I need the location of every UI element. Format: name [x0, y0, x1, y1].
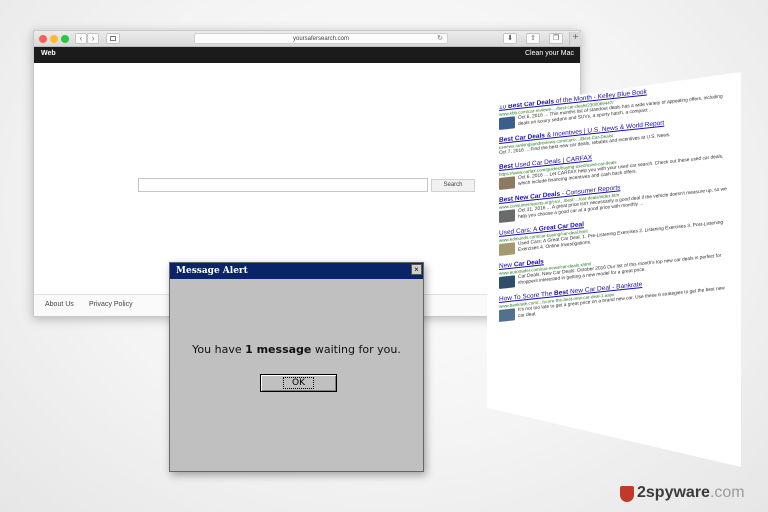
zoom-window-button[interactable] — [61, 35, 69, 43]
search-result-thumbnail — [499, 116, 515, 130]
share-icon[interactable]: ⇧ — [526, 33, 540, 44]
search-result-thumbnail — [499, 176, 515, 190]
tabs-overview-icon[interactable]: ❐ — [549, 33, 563, 44]
back-button[interactable]: ‹ — [75, 33, 87, 44]
site-header: Web Clean your Mac — [34, 47, 580, 63]
message-alert-dialog: Message Alert × You have 1 message waiti… — [169, 262, 424, 472]
message-count: 1 message — [245, 343, 312, 356]
shield-icon — [620, 486, 634, 502]
clean-your-mac-link[interactable]: Clean your Mac — [525, 50, 574, 57]
reload-icon[interactable]: ↻ — [437, 34, 443, 44]
search-result-thumbnail — [499, 275, 515, 289]
sidebar-toggle-icon[interactable] — [106, 33, 120, 44]
forward-button[interactable]: › — [87, 33, 99, 44]
dialog-message: You have 1 message waiting for you. — [192, 343, 401, 356]
browser-toolbar: ‹ › yoursafersearch.com ↻ ⬇ ⇧ ❐ + — [34, 31, 581, 47]
ok-button[interactable]: OK — [260, 374, 337, 392]
watermark-logo: 2spyware.com — [620, 484, 760, 506]
search-results-page: 10 Best Car Deals of the Month - Kelley … — [487, 72, 741, 467]
search-result-thumbnail — [499, 308, 515, 322]
address-bar[interactable]: yoursafersearch.com ↻ — [194, 33, 448, 44]
search-result-thumbnail — [499, 242, 515, 256]
search-button[interactable]: Search — [431, 179, 475, 192]
new-tab-button[interactable]: + — [569, 32, 581, 45]
watermark-text: 2spyware.com — [637, 484, 745, 501]
download-icon[interactable]: ⬇ — [503, 33, 517, 44]
about-us-link[interactable]: About Us — [45, 301, 74, 308]
close-icon[interactable]: × — [411, 264, 422, 275]
close-window-button[interactable] — [39, 35, 47, 43]
dialog-title: Message Alert — [170, 263, 423, 279]
site-brand[interactable]: Web — [41, 50, 56, 57]
search-results-list: 10 Best Car Deals of the Month - Kelley … — [499, 80, 731, 329]
address-bar-text: yoursafersearch.com — [292, 36, 350, 42]
search-input[interactable] — [138, 178, 428, 192]
search-result-thumbnail — [499, 209, 515, 223]
privacy-policy-link[interactable]: Privacy Policy — [89, 301, 133, 308]
minimize-window-button[interactable] — [50, 35, 58, 43]
